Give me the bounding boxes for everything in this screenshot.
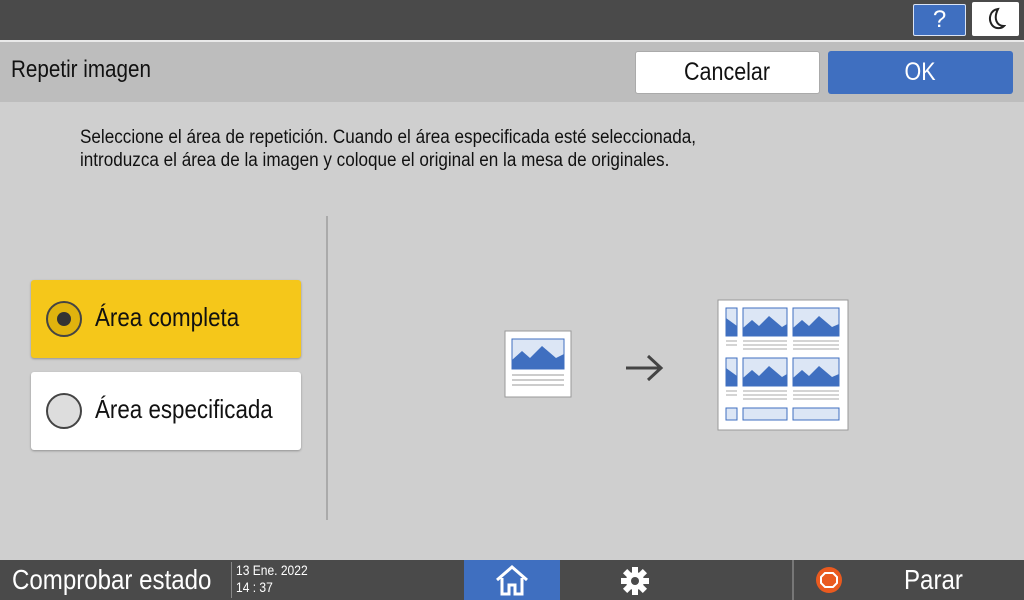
home-icon — [496, 565, 528, 596]
option-specified-area[interactable]: Área especificada — [31, 372, 301, 450]
stop-label: Parar — [904, 564, 963, 595]
cancel-button[interactable]: Cancelar — [635, 51, 820, 94]
radio-selected-icon — [46, 301, 82, 337]
check-status-button[interactable]: Comprobar estado — [0, 560, 229, 600]
ok-button[interactable]: OK — [828, 51, 1013, 94]
home-button[interactable] — [464, 560, 560, 600]
question-icon: ? — [932, 6, 947, 33]
top-status-bar: ? — [0, 0, 1024, 40]
vertical-divider — [326, 216, 328, 520]
instruction-text: Seleccione el área de repetición. Cuando… — [80, 126, 782, 172]
ok-button-label: OK — [904, 58, 937, 86]
option-specified-area-label: Área especificada — [95, 394, 273, 424]
gear-icon — [621, 567, 649, 595]
option-full-area[interactable]: Área completa — [31, 280, 301, 358]
repeated-images-page-icon — [717, 299, 849, 431]
page-title: Repetir imagen — [11, 56, 151, 83]
radio-unselected-icon — [46, 393, 82, 429]
screen-header: Repetir imagen Cancelar OK — [0, 40, 1024, 102]
stop-icon — [816, 567, 842, 593]
arrow-right-icon — [626, 354, 664, 382]
date-text: 13 Ene. 2022 — [236, 562, 308, 578]
single-image-page-icon — [504, 330, 572, 398]
date-time-display: 13 Ene. 2022 14 : 37 — [231, 562, 319, 598]
check-status-label: Comprobar estado — [12, 564, 212, 595]
instruction-line-2: introduzca el área de la imagen y coloqu… — [80, 150, 670, 171]
instruction-line-1: Seleccione el área de repetición. Cuando… — [80, 127, 697, 148]
energy-saver-button[interactable] — [972, 2, 1019, 36]
bottom-bar: Comprobar estado 13 Ene. 2022 14 : 37 Pa… — [0, 560, 1024, 600]
stop-button[interactable]: Parar — [794, 560, 1024, 600]
time-text: 14 : 37 — [236, 579, 273, 595]
cancel-button-label: Cancelar — [684, 58, 771, 86]
moon-icon — [989, 7, 1006, 30]
option-full-area-label: Área completa — [95, 302, 240, 332]
help-button[interactable]: ? — [913, 4, 966, 36]
repeat-image-illustration — [504, 299, 849, 431]
stop-label-wrap: Parar — [904, 560, 972, 600]
settings-button[interactable] — [620, 566, 650, 600]
